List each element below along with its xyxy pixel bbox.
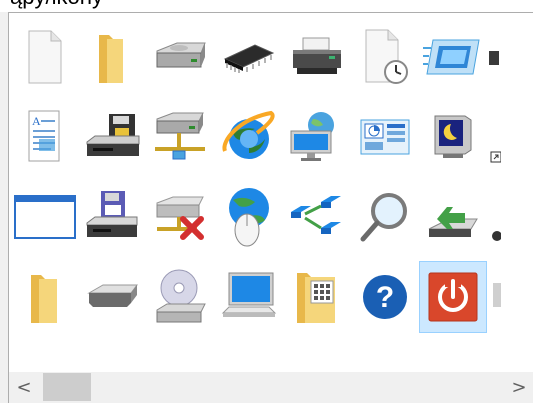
hard-drive-icon: [156, 42, 206, 68]
blank-document-icon: [28, 30, 62, 84]
icon-cell[interactable]: [147, 101, 215, 173]
icon-cell[interactable]: [79, 181, 147, 253]
icon-cell[interactable]: [419, 21, 487, 93]
horizontal-scrollbar[interactable]: < >: [8, 372, 533, 403]
floppy-drive-icon: [86, 114, 140, 156]
scrollbar-thumb[interactable]: [43, 373, 91, 401]
power-button-icon: [428, 272, 478, 322]
yellow-folder-icon: [31, 275, 57, 323]
keypad-folder-icon: [297, 273, 335, 323]
icon-cell[interactable]: [147, 261, 215, 333]
icon-cell[interactable]: [215, 101, 283, 173]
usb-install-icon: [428, 207, 478, 237]
text-document-icon: A: [28, 110, 60, 162]
icon-cell[interactable]: [215, 261, 283, 333]
screen-saver-icon: [434, 115, 472, 158]
disconnected-drive-icon: [156, 196, 204, 240]
icon-cell[interactable]: [351, 21, 419, 93]
internet-explorer-icon: [222, 110, 275, 159]
scroll-left-button[interactable]: <: [9, 372, 39, 403]
network-connections-icon: [291, 196, 341, 234]
removable-drive-icon: [87, 284, 138, 307]
icon-cell[interactable]: [79, 21, 147, 93]
icon-cell[interactable]: ?: [351, 261, 419, 333]
folder-icon: [99, 35, 123, 83]
icon-cell[interactable]: [79, 101, 147, 173]
icon-cell[interactable]: [351, 181, 419, 253]
shortcut-partial-icon: [490, 151, 501, 163]
network-globe-icon: [290, 112, 334, 161]
caption-text: ąpy/ikony: [10, 0, 103, 10]
icon-cell[interactable]: [487, 101, 533, 173]
icon-cell[interactable]: [351, 101, 419, 173]
icon-cell[interactable]: [487, 261, 533, 333]
icon-cell[interactable]: [487, 21, 533, 93]
partial-icon: [492, 231, 501, 241]
icon-cell[interactable]: [147, 181, 215, 253]
icon-cell[interactable]: [419, 101, 487, 173]
icon-cell[interactable]: [11, 21, 79, 93]
icon-grid-pane[interactable]: A ?: [8, 12, 533, 373]
memory-chip-icon: [223, 44, 275, 73]
partial-icon: [489, 51, 499, 65]
control-panel-icon: [360, 119, 410, 155]
icon-cell-selected[interactable]: [419, 261, 487, 333]
svg-text:A: A: [32, 114, 41, 128]
globe-mouse-icon: [229, 188, 269, 247]
icon-cell[interactable]: [147, 21, 215, 93]
caption-bar: ąpy/ikony: [0, 0, 533, 12]
backup-floppy-drive-icon: [86, 191, 138, 237]
icon-cell[interactable]: [419, 181, 487, 253]
partial-icon: [493, 283, 501, 307]
scheduled-document-icon: [365, 29, 408, 84]
scroll-right-button[interactable]: >: [504, 372, 533, 403]
chevron-left-icon: <: [16, 377, 32, 398]
icon-cell[interactable]: A: [11, 101, 79, 173]
icon-cell[interactable]: [215, 181, 283, 253]
computer-screen-icon: [221, 272, 277, 317]
cd-drive-icon: [156, 269, 206, 323]
icon-cell[interactable]: [11, 261, 79, 333]
icon-cell[interactable]: [487, 181, 533, 253]
icon-cell[interactable]: [79, 261, 147, 333]
icon-cell[interactable]: [215, 21, 283, 93]
icon-cell[interactable]: [283, 101, 351, 173]
network-drive-icon: [155, 112, 205, 160]
monitor-display-icon: [423, 39, 480, 75]
chevron-right-icon: >: [511, 377, 527, 398]
icon-cell[interactable]: [283, 181, 351, 253]
help-glyph: ?: [376, 281, 394, 314]
icon-cell[interactable]: [283, 21, 351, 93]
printer-icon: [293, 37, 341, 74]
icon-cell[interactable]: [11, 181, 79, 253]
help-icon: ?: [363, 275, 407, 319]
icon-cell[interactable]: [283, 261, 351, 333]
search-magnifier-icon: [360, 193, 407, 242]
application-window-icon: [14, 195, 76, 239]
